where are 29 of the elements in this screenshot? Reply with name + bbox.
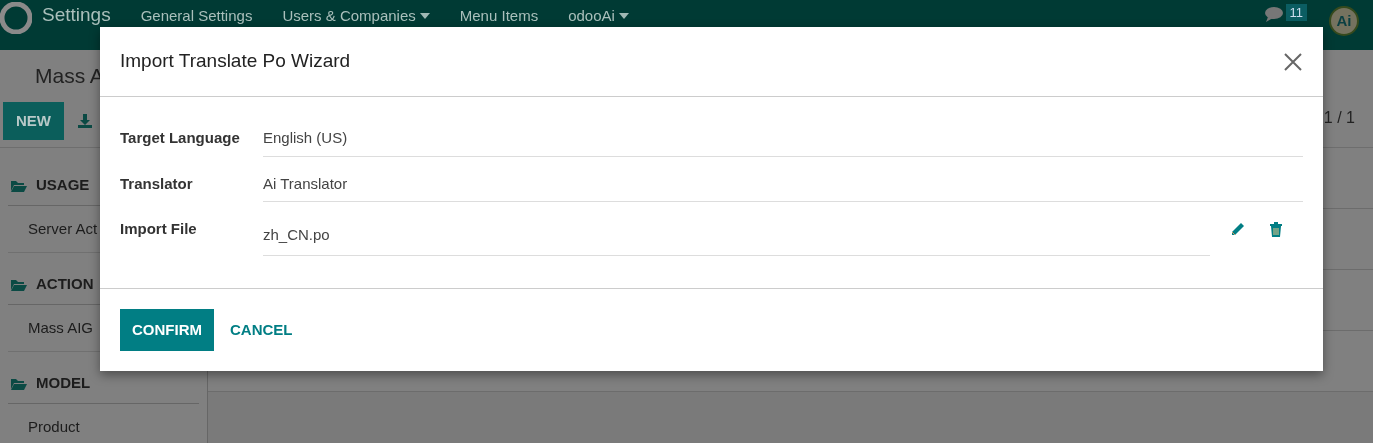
field-label: Translator xyxy=(120,173,194,194)
menu-item[interactable]: odooAi xyxy=(568,7,629,25)
message-count: 11 xyxy=(1285,4,1307,21)
menu-item[interactable]: Users & Companies xyxy=(282,7,430,25)
menu-item[interactable]: Menu Items xyxy=(459,7,539,25)
edit-button[interactable] xyxy=(1230,222,1245,237)
section-title: ACTION xyxy=(36,274,94,294)
logo-icon[interactable] xyxy=(0,2,32,34)
dialog-title: Import Translate Po Wizard xyxy=(120,49,351,74)
field-value[interactable]: Ai Translator xyxy=(263,164,1303,202)
field-label: Import File xyxy=(120,219,198,239)
pager[interactable]: 1 / 1 xyxy=(1323,106,1355,130)
delete-button[interactable] xyxy=(1269,222,1283,237)
cancel-button[interactable]: CANCEL xyxy=(222,308,301,351)
menu-item[interactable]: General Settings xyxy=(140,7,253,25)
field-value[interactable]: English (US) xyxy=(263,119,1303,157)
file-field[interactable]: zh_CN.po xyxy=(263,210,1210,256)
download-icon[interactable] xyxy=(77,112,93,129)
section-title: USAGE xyxy=(36,175,90,195)
field-label: Target Language xyxy=(120,128,241,148)
chat-icon[interactable] xyxy=(1263,4,1284,24)
confirm-button[interactable]: CONFIRM xyxy=(120,308,214,351)
sidebar-item[interactable]: Product xyxy=(8,403,199,443)
section-title: MODEL xyxy=(36,373,91,393)
caret-icon xyxy=(419,13,430,19)
app-title[interactable]: Settings xyxy=(42,4,111,26)
new-button[interactable]: NEW xyxy=(3,101,64,140)
caret-icon xyxy=(618,13,629,19)
close-button[interactable] xyxy=(1283,51,1303,72)
